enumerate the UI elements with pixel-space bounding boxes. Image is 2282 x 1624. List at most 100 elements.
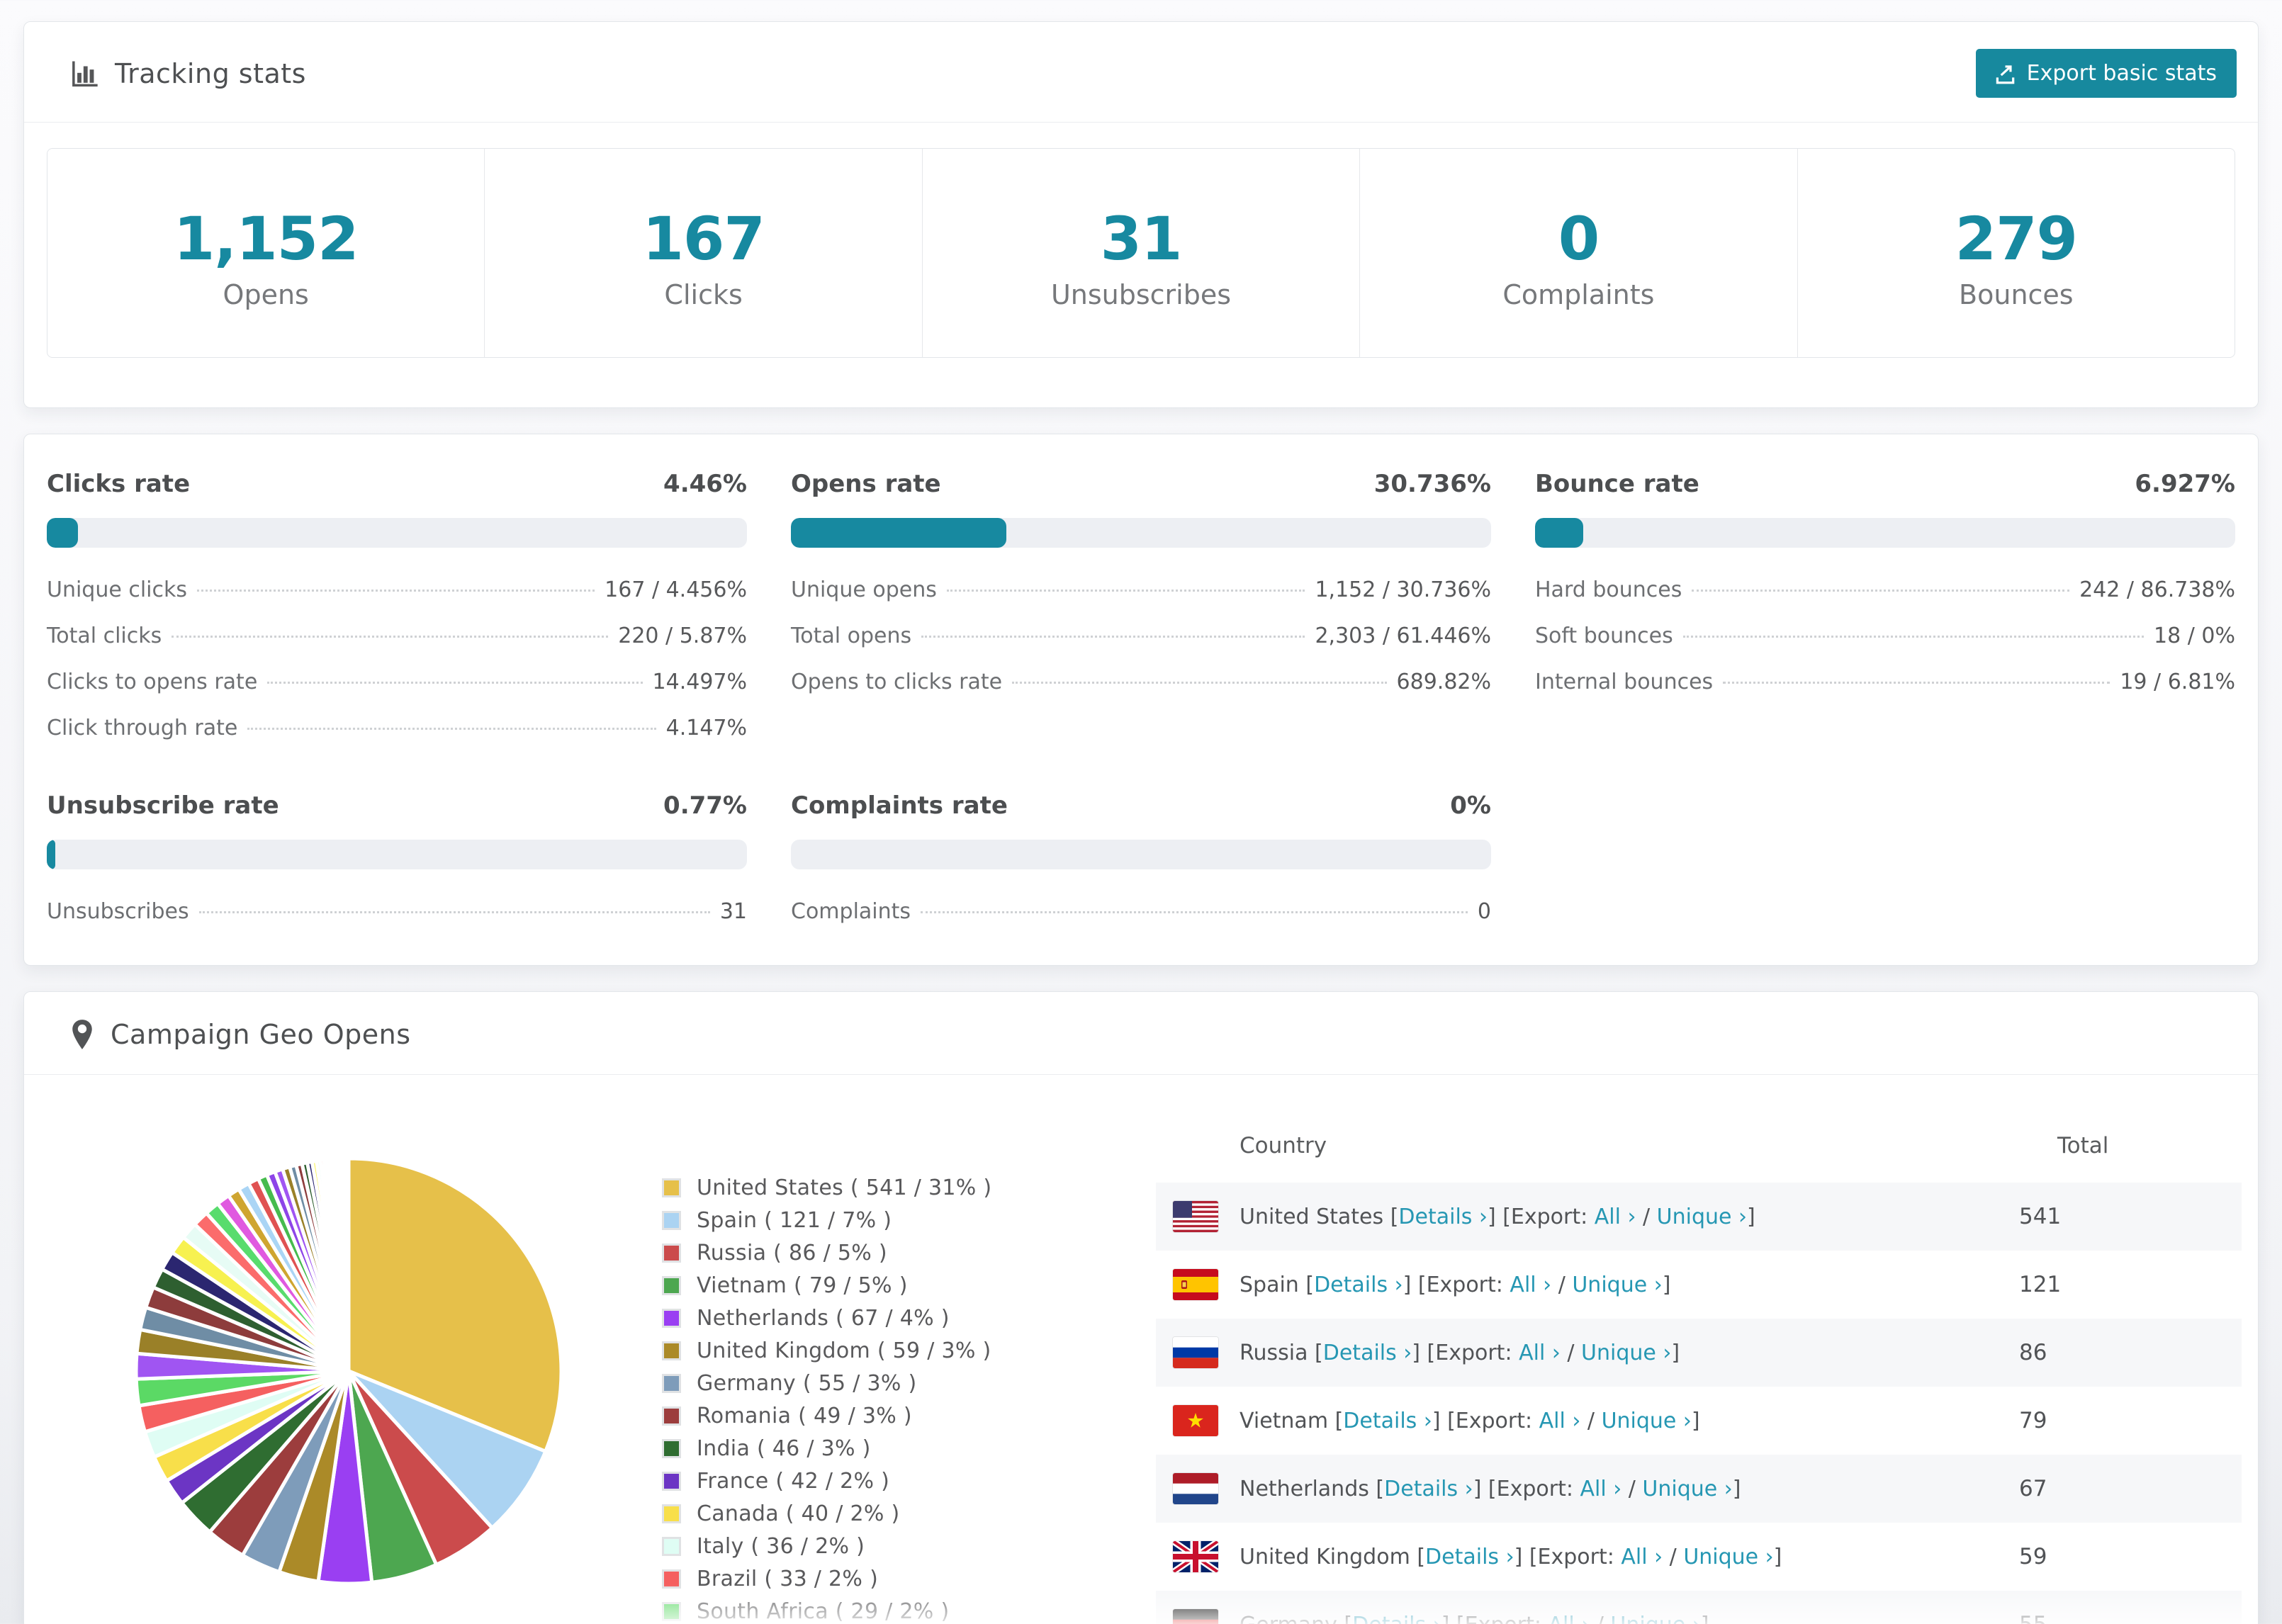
bracket: ] [Export:: [1412, 1340, 1519, 1365]
slash: /: [1663, 1544, 1684, 1569]
stat-row: Internal bounces 19 / 6.81%: [1535, 670, 2235, 694]
details-link[interactable]: Details ›: [1323, 1341, 1412, 1365]
total-value: 121: [2019, 1272, 2062, 1297]
geo-header: Campaign Geo Opens: [24, 992, 2258, 1075]
bracket: [: [1376, 1476, 1385, 1501]
legend-item-south-africa[interactable]: South Africa ( 29 / 2% ): [662, 1599, 991, 1624]
legend-item-united-states[interactable]: United States ( 541 / 31% ): [662, 1175, 991, 1200]
details-link[interactable]: Details ›: [1343, 1409, 1432, 1433]
legend-item-canada[interactable]: Canada ( 40 / 2% ): [662, 1501, 991, 1526]
export-basic-stats-button[interactable]: Export basic stats: [1975, 49, 2237, 98]
legend-label: Italy ( 36 / 2% ): [697, 1534, 865, 1559]
export-unique-link[interactable]: Unique ›: [1581, 1341, 1671, 1365]
dotted-leader: [1682, 636, 2145, 638]
country-flag-icon-gb: [1173, 1541, 1218, 1572]
legend-label: Vietnam ( 79 / 5% ): [697, 1273, 908, 1298]
export-all-link[interactable]: All ›: [1595, 1205, 1636, 1229]
stat-row: Complaints 0: [791, 899, 1491, 924]
stat-opens: 1,152 Opens: [47, 149, 484, 357]
rates-grid: Clicks rate 4.46% Unique clicks 167 / 4.456…: [24, 434, 2258, 924]
country-cell: Spain [Details ›] [Export: All › / Uniqu…: [1240, 1273, 2019, 1297]
export-unique-link[interactable]: Unique ›: [1683, 1545, 1773, 1569]
export-all-link[interactable]: All ›: [1580, 1477, 1621, 1501]
stat-row-label: Total opens: [791, 624, 912, 648]
stat-row-label: Soft bounces: [1535, 624, 1673, 648]
legend-label: Spain ( 121 / 7% ): [697, 1208, 892, 1233]
stat-opens-label: Opens: [223, 279, 309, 310]
rate-block-bounce-rate: Bounce rate 6.927% Hard bounces 242 / 86.73…: [1535, 470, 2235, 740]
export-all-link[interactable]: All ›: [1539, 1409, 1581, 1433]
export-all-link[interactable]: All ›: [1510, 1273, 1551, 1297]
total-value: 79: [2019, 1408, 2047, 1433]
details-link[interactable]: Details ›: [1398, 1205, 1488, 1229]
country-flag-icon-nl: [1173, 1473, 1218, 1504]
country-column-header: Country: [1240, 1133, 1327, 1158]
geo-body: United States ( 541 / 31% ) Spain ( 121 /…: [24, 1075, 2258, 1624]
legend-item-united-kingdom[interactable]: United Kingdom ( 59 / 3% ): [662, 1338, 991, 1363]
rates-card: Clicks rate 4.46% Unique clicks 167 / 4.456…: [23, 434, 2259, 966]
rate-title-row: Complaints rate 0%: [791, 791, 1491, 820]
bracket: ]: [1662, 1272, 1671, 1297]
rate-title: Opens rate: [791, 470, 941, 498]
legend-item-italy[interactable]: Italy ( 36 / 2% ): [662, 1534, 991, 1559]
dotted-leader: [1012, 682, 1387, 684]
export-unique-link[interactable]: Unique ›: [1610, 1613, 1700, 1624]
legend-item-india[interactable]: India ( 46 / 3% ): [662, 1436, 991, 1461]
country-flag-icon-vn: [1173, 1405, 1218, 1436]
dotted-leader: [921, 636, 1305, 638]
export-all-link[interactable]: All ›: [1548, 1613, 1590, 1624]
details-link[interactable]: Details ›: [1384, 1477, 1473, 1501]
legend-item-brazil[interactable]: Brazil ( 33 / 2% ): [662, 1567, 991, 1591]
stat-bounces: 279 Bounces: [1797, 149, 2235, 357]
stat-unsubscribes-value: 31: [1100, 204, 1183, 274]
rate-rows: Hard bounces 242 / 86.738% Soft bounces 18 …: [1535, 577, 2235, 694]
legend-swatch: [662, 1211, 681, 1230]
legend-label: Romania ( 49 / 3% ): [697, 1404, 912, 1428]
bracket: [: [1417, 1544, 1426, 1569]
rate-title-row: Clicks rate 4.46%: [47, 470, 747, 498]
stat-unsubscribes-label: Unsubscribes: [1050, 279, 1232, 310]
rate-value: 30.736%: [1373, 470, 1491, 498]
total-column-header: Total: [2057, 1133, 2109, 1158]
bracket: ] [Export:: [1514, 1544, 1621, 1569]
legend-swatch: [662, 1341, 681, 1360]
progress-bar: [47, 518, 747, 548]
legend-swatch: [662, 1406, 681, 1426]
stat-row: Unique opens 1,152 / 30.736%: [791, 577, 1491, 602]
total-value: 59: [2019, 1544, 2047, 1569]
country-name: Vietnam: [1240, 1408, 1335, 1433]
rate-rows: Complaints 0: [791, 899, 1491, 924]
rate-block-complaints-rate: Complaints rate 0% Complaints 0: [791, 791, 1491, 924]
legend-item-spain[interactable]: Spain ( 121 / 7% ): [662, 1208, 991, 1233]
stat-opens-value: 1,152: [173, 204, 359, 274]
dotted-leader: [198, 911, 710, 913]
stat-row-value: 1,152 / 30.736%: [1315, 577, 1491, 602]
legend-item-russia[interactable]: Russia ( 86 / 5% ): [662, 1241, 991, 1265]
total-value: 55: [2019, 1612, 2047, 1624]
export-unique-link[interactable]: Unique ›: [1642, 1477, 1732, 1501]
dotted-leader: [172, 636, 609, 638]
export-unique-link[interactable]: Unique ›: [1602, 1409, 1692, 1433]
stat-row: Total opens 2,303 / 61.446%: [791, 624, 1491, 648]
legend-item-netherlands[interactable]: Netherlands ( 67 / 4% ): [662, 1306, 991, 1331]
legend-item-vietnam[interactable]: Vietnam ( 79 / 5% ): [662, 1273, 991, 1298]
stat-row-value: 4.147%: [665, 716, 747, 740]
details-link[interactable]: Details ›: [1425, 1545, 1514, 1569]
legend-swatch: [662, 1602, 681, 1621]
details-link[interactable]: Details ›: [1352, 1613, 1441, 1624]
export-all-link[interactable]: All ›: [1519, 1341, 1561, 1365]
legend-item-france[interactable]: France ( 42 / 2% ): [662, 1469, 991, 1494]
export-all-link[interactable]: All ›: [1621, 1545, 1663, 1569]
bracket: ] [Export:: [1403, 1272, 1510, 1297]
stat-row-value: 2,303 / 61.446%: [1315, 624, 1491, 648]
bracket: ] [Export:: [1473, 1476, 1580, 1501]
legend-item-romania[interactable]: Romania ( 49 / 3% ): [662, 1404, 991, 1428]
bracket: ]: [1691, 1408, 1700, 1433]
export-unique-link[interactable]: Unique ›: [1572, 1273, 1662, 1297]
details-link[interactable]: Details ›: [1314, 1273, 1403, 1297]
tracking-stats-title: Tracking stats: [115, 57, 306, 89]
export-unique-link[interactable]: Unique ›: [1657, 1205, 1747, 1229]
bracket: ] [Export:: [1432, 1408, 1539, 1433]
legend-item-germany[interactable]: Germany ( 55 / 3% ): [662, 1371, 991, 1396]
slash: /: [1580, 1408, 1602, 1433]
